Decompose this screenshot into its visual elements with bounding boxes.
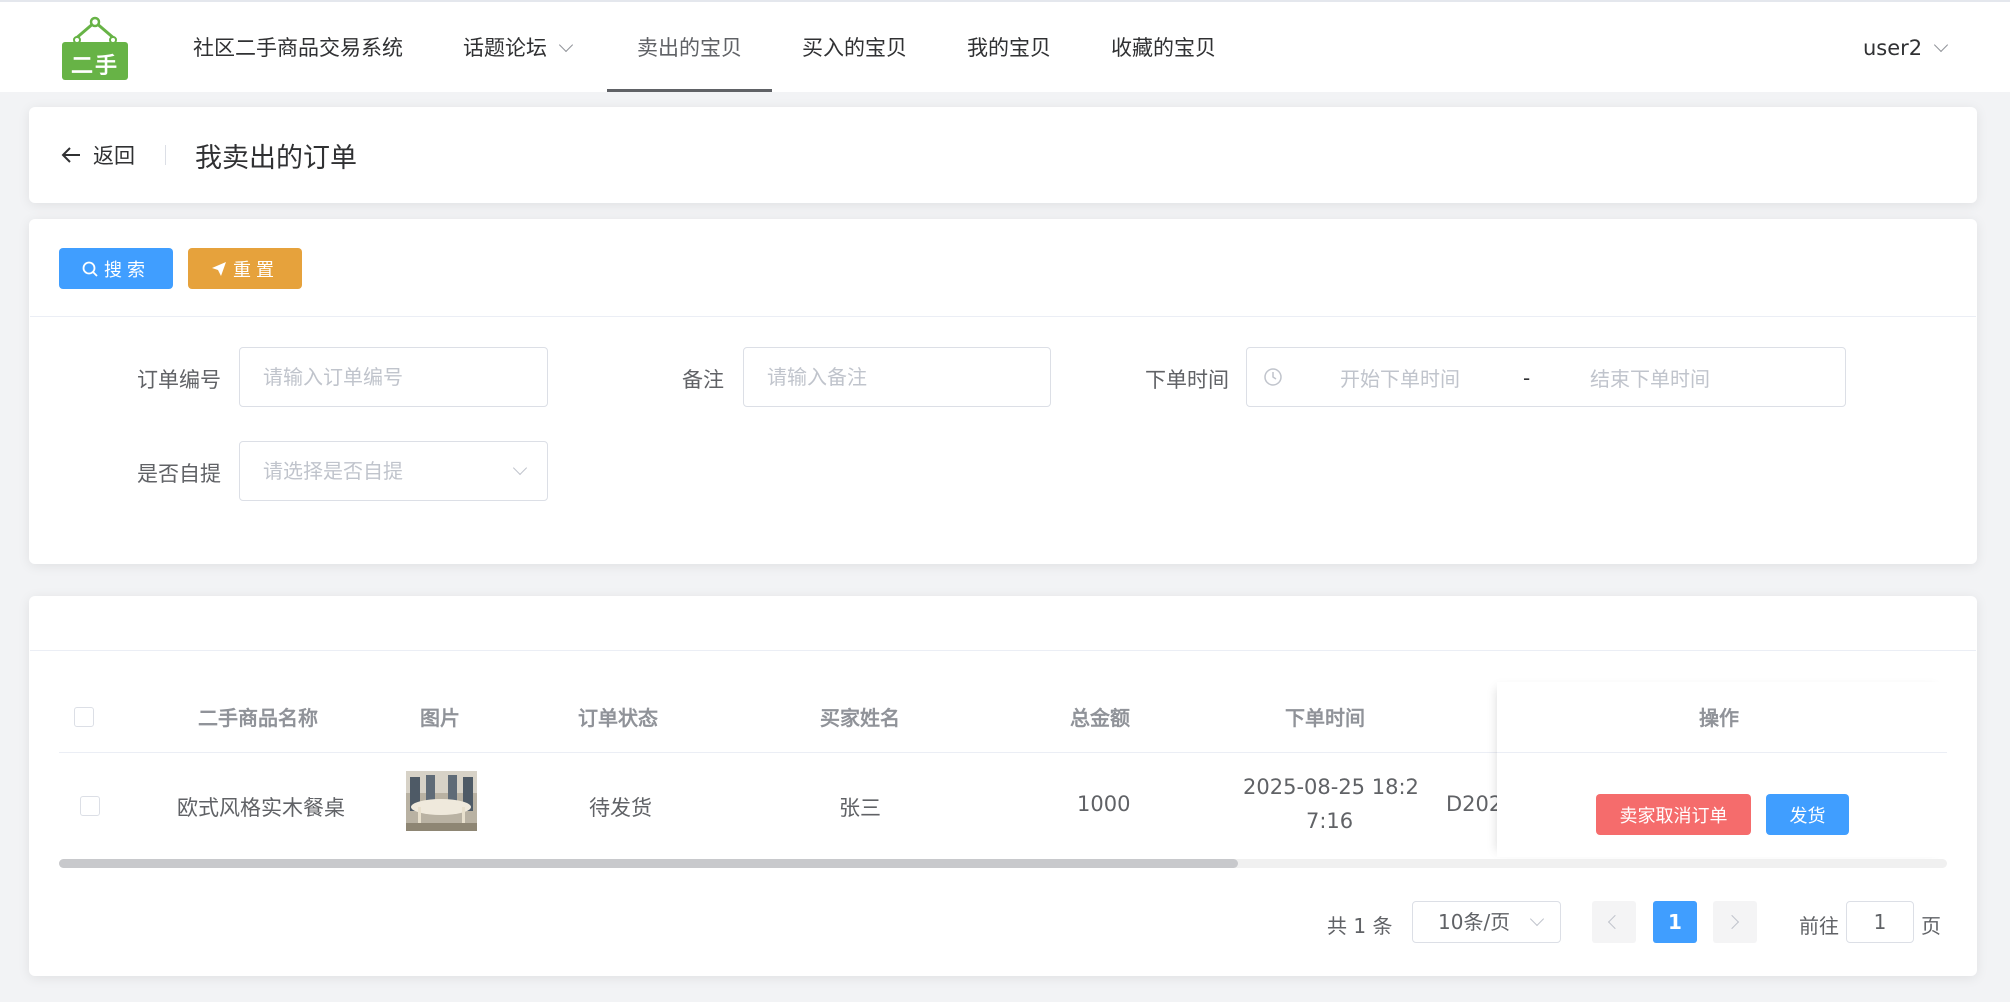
page-size-select[interactable]: 10条/页	[1412, 901, 1561, 943]
nav-my-items[interactable]: 我的宝贝	[967, 4, 1051, 92]
user-menu[interactable]: user2	[1863, 4, 1949, 92]
chevron-down-icon	[512, 460, 528, 476]
pagination-total: 共 1 条	[1327, 914, 1393, 938]
page-suffix-label: 页	[1921, 914, 1941, 938]
col-header-actions: 操作	[1699, 706, 1739, 730]
start-time-input[interactable]: 开始下单时间	[1340, 350, 1460, 408]
cell-total: 1000	[1077, 792, 1131, 816]
chevron-down-icon	[1934, 37, 1949, 53]
page-number-current[interactable]: 1	[1653, 901, 1697, 943]
col-header-image: 图片	[420, 706, 460, 730]
cell-order-time-line1: 2025-08-25 18:2	[1243, 775, 1419, 799]
logo-icon[interactable]: 二手	[60, 16, 130, 82]
end-time-input[interactable]: 结束下单时间	[1590, 350, 1710, 408]
page-size-value: 10条/页	[1438, 910, 1511, 934]
cell-item-name: 欧式风格实木餐桌	[177, 796, 345, 820]
nav-sold-items[interactable]: 卖出的宝贝	[637, 4, 742, 92]
top-navbar: 二手 社区二手商品交易系统 话题论坛 卖出的宝贝 买入的宝贝 我的宝贝 收藏的宝…	[0, 0, 2010, 92]
col-header-order-time: 下单时间	[1285, 706, 1365, 730]
nav-topic-forum[interactable]: 话题论坛	[463, 4, 574, 92]
order-no-label: 订单编号	[137, 368, 221, 392]
cell-status: 待发货	[589, 796, 652, 820]
order-no-input[interactable]: 请输入订单编号	[239, 347, 548, 407]
chevron-down-icon	[1529, 911, 1545, 927]
order-time-label: 下单时间	[1145, 368, 1229, 392]
clock-icon	[1264, 368, 1282, 386]
col-header-buyer: 买家姓名	[820, 706, 900, 730]
col-header-name: 二手商品名称	[198, 706, 318, 730]
brand-title[interactable]: 社区二手商品交易系统	[193, 4, 403, 92]
actions-header-divider	[1497, 752, 1947, 753]
logo-text: 二手	[70, 54, 119, 79]
back-arrow-icon[interactable]	[60, 144, 82, 166]
username: user2	[1863, 36, 1923, 60]
self-pickup-placeholder: 请选择是否自提	[263, 459, 403, 483]
self-pickup-select[interactable]: 请选择是否自提	[239, 441, 548, 501]
back-button[interactable]: 返回	[93, 140, 135, 170]
horizontal-scrollbar-thumb[interactable]	[59, 859, 1238, 868]
search-divider	[30, 316, 1976, 317]
nav-bought-items[interactable]: 买入的宝贝	[802, 4, 907, 92]
goto-label: 前往	[1799, 914, 1839, 938]
row-checkbox[interactable]	[80, 796, 100, 816]
send-icon	[212, 261, 226, 276]
order-time-range-picker[interactable]: 开始下单时间 - 结束下单时间	[1246, 347, 1846, 407]
page-title: 我卖出的订单	[195, 143, 357, 174]
ship-button[interactable]: 发货	[1766, 794, 1849, 835]
header-divider	[165, 145, 166, 165]
select-all-checkbox[interactable]	[74, 707, 94, 727]
table-top-divider	[30, 650, 1976, 651]
chevron-left-icon	[1607, 914, 1623, 930]
prev-page-button[interactable]	[1592, 901, 1636, 943]
cell-buyer: 张三	[839, 796, 881, 820]
remark-label: 备注	[682, 368, 724, 392]
next-page-button[interactable]	[1713, 901, 1757, 943]
chevron-right-icon	[1724, 914, 1740, 930]
operations-column: 操作 卖家取消订单 发货	[1497, 682, 1947, 857]
nav-topic-forum-label: 话题论坛	[463, 36, 547, 60]
cell-order-time-line2: 7:16	[1306, 809, 1354, 833]
self-pickup-label: 是否自提	[137, 462, 221, 486]
search-button[interactable]: 搜索	[59, 248, 173, 289]
search-icon	[82, 261, 98, 277]
search-button-label: 搜索	[104, 259, 150, 281]
col-header-total: 总金额	[1070, 706, 1130, 730]
col-header-status: 订单状态	[578, 706, 658, 730]
reset-button-label: 重置	[233, 259, 279, 281]
goto-page-input[interactable]: 1	[1846, 901, 1914, 943]
nav-active-underline	[607, 89, 772, 92]
range-separator: -	[1523, 366, 1531, 390]
cell-order-no-partial: D202	[1446, 792, 1503, 816]
remark-input[interactable]: 请输入备注	[743, 347, 1051, 407]
cancel-order-button[interactable]: 卖家取消订单	[1596, 794, 1751, 835]
reset-button[interactable]: 重置	[188, 248, 302, 289]
item-thumbnail	[406, 771, 477, 831]
nav-favorite-items[interactable]: 收藏的宝贝	[1111, 4, 1216, 92]
chevron-down-icon	[558, 37, 574, 53]
